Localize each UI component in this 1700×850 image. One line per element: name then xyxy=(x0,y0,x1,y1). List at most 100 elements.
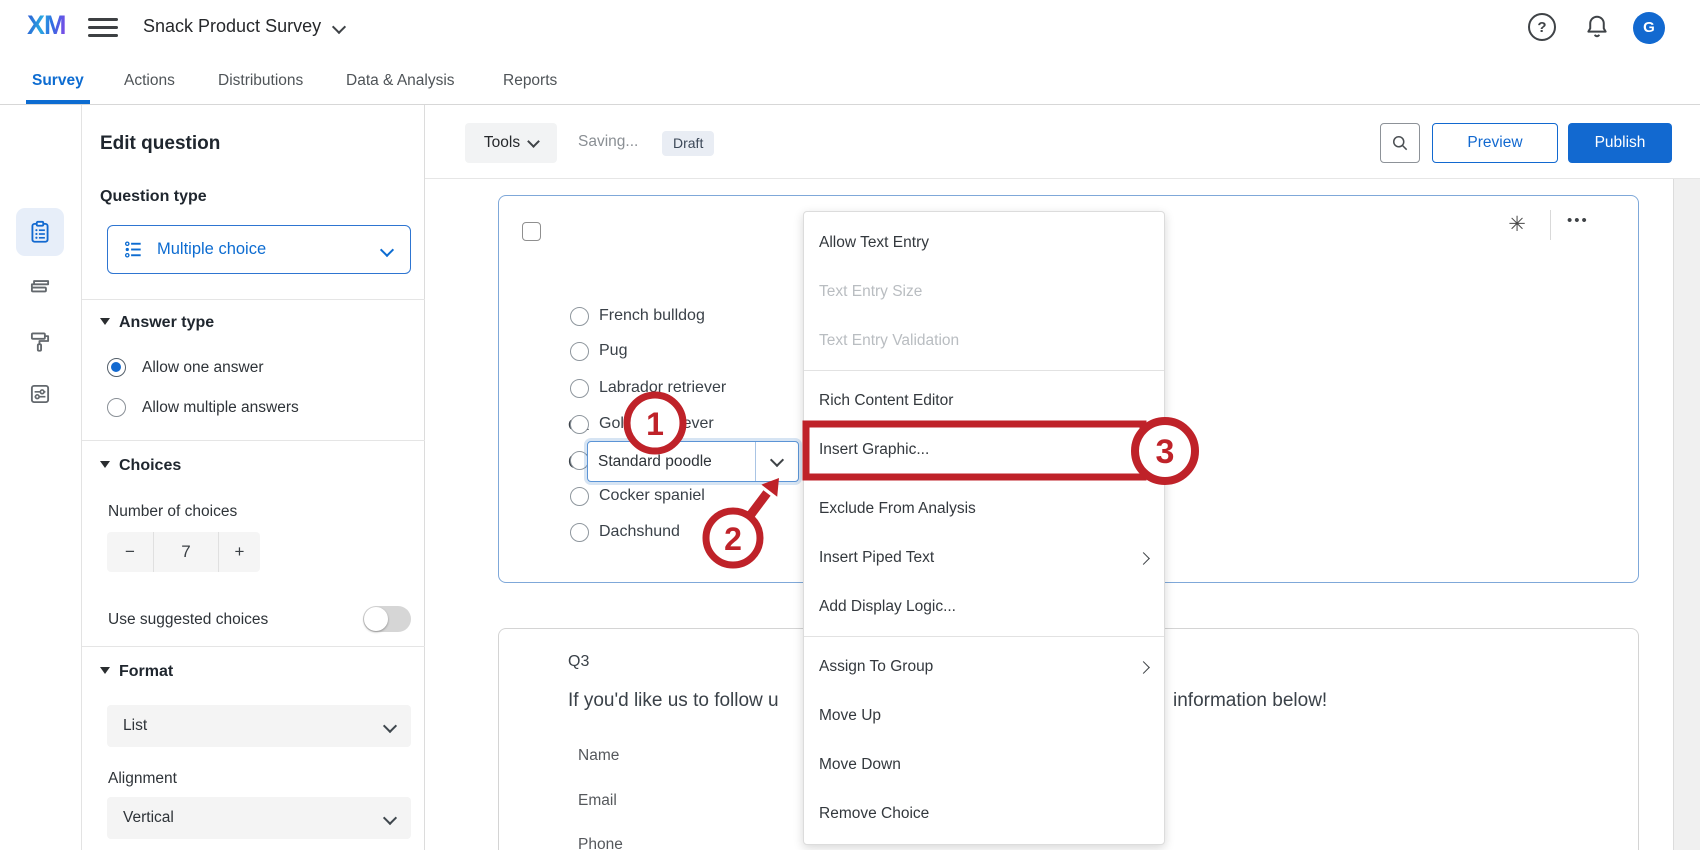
quantity-stepper: − 7 + xyxy=(107,532,260,572)
sidebar-item-survey-flow[interactable] xyxy=(16,263,64,311)
panel-title: Edit question xyxy=(100,133,220,155)
search-icon xyxy=(1390,133,1410,153)
star-icon[interactable]: ✳ xyxy=(1504,212,1530,238)
menu-item-insert-graphic[interactable]: Insert Graphic... xyxy=(804,425,1164,474)
chevron-down-icon[interactable] xyxy=(332,20,346,34)
question-text-left[interactable]: If you'd like us to follow u xyxy=(568,690,779,712)
saving-status: Saving... xyxy=(578,133,638,151)
stepper-minus-button[interactable]: − xyxy=(107,532,154,572)
radio-unselected-icon xyxy=(570,523,589,542)
top-header: XM Snack Product Survey ? G xyxy=(0,0,1700,58)
divider xyxy=(82,440,425,441)
publish-button[interactable]: Publish xyxy=(1568,123,1672,163)
scrollbar[interactable] xyxy=(1673,179,1700,850)
sidebar-item-look-and-feel[interactable] xyxy=(16,317,64,365)
radio-unselected-icon xyxy=(570,379,589,398)
survey-title[interactable]: Snack Product Survey xyxy=(143,16,321,37)
choices-header[interactable]: Choices xyxy=(100,457,181,475)
menu-item-insert-piped-text[interactable]: Insert Piped Text xyxy=(804,533,1164,582)
divider xyxy=(82,646,425,647)
divider xyxy=(1550,210,1551,240)
divider xyxy=(82,299,425,300)
xm-logo: XM xyxy=(27,10,66,41)
preview-button[interactable]: Preview xyxy=(1432,123,1558,163)
radio-unselected-icon xyxy=(570,307,589,326)
alignment-select[interactable]: Vertical xyxy=(107,797,411,839)
alignment-label: Alignment xyxy=(108,770,177,788)
question-type-select[interactable]: Multiple choice xyxy=(107,225,411,274)
paint-roller-icon xyxy=(27,328,53,354)
menu-item-allow-text-entry[interactable]: Allow Text Entry xyxy=(804,218,1164,267)
choice-edit-box xyxy=(587,441,799,482)
choice-row[interactable]: Golden retriever xyxy=(570,406,714,442)
hamburger-icon[interactable] xyxy=(88,18,118,38)
menu-item-text-entry-size: Text Entry Size xyxy=(804,267,1164,316)
settings-sliders-icon xyxy=(27,381,53,407)
radio-allow-multiple-answers[interactable]: Allow multiple answers xyxy=(107,398,299,417)
menu-item-assign-to-group[interactable]: Assign To Group xyxy=(804,642,1164,691)
avatar[interactable]: G xyxy=(1633,12,1665,44)
menu-item-exclude-from-analysis[interactable]: Exclude From Analysis xyxy=(804,484,1164,533)
question-type-label: Question type xyxy=(100,188,207,206)
chevron-right-icon xyxy=(1137,552,1150,565)
choice-row[interactable]: Dachshund xyxy=(570,514,680,550)
bell-icon[interactable] xyxy=(1583,13,1611,41)
radio-allow-one-answer[interactable]: Allow one answer xyxy=(107,358,263,377)
collapse-triangle-icon xyxy=(100,318,110,325)
menu-item-add-display-logic[interactable]: Add Display Logic... xyxy=(804,582,1164,631)
menu-item-text-entry-validation: Text Entry Validation xyxy=(804,316,1164,365)
form-field-label: Name xyxy=(578,747,619,765)
radio-unselected-icon xyxy=(107,398,126,417)
chevron-down-icon xyxy=(380,243,394,257)
tab-data-analysis[interactable]: Data & Analysis xyxy=(346,57,455,104)
chevron-down-icon xyxy=(770,452,784,466)
menu-item-move-up[interactable]: Move Up xyxy=(804,691,1164,740)
divider xyxy=(804,636,1164,637)
menu-item-remove-choice[interactable]: Remove Choice xyxy=(804,789,1164,838)
tab-survey[interactable]: Survey xyxy=(32,57,84,104)
question-type-value: Multiple choice xyxy=(157,240,266,259)
chevron-right-icon xyxy=(1137,661,1150,674)
ellipsis-menu-icon[interactable]: ••• xyxy=(1567,212,1589,229)
format-select[interactable]: List xyxy=(107,705,411,747)
menu-item-rich-content-editor[interactable]: Rich Content Editor xyxy=(804,376,1164,425)
edit-question-panel: Edit question Question type Multiple cho… xyxy=(82,105,425,850)
tools-button[interactable]: Tools xyxy=(465,123,557,163)
help-icon[interactable]: ? xyxy=(1528,13,1556,41)
menu-item-move-down[interactable]: Move Down xyxy=(804,740,1164,789)
form-field-label: Phone xyxy=(578,836,623,850)
suggested-choices-toggle[interactable] xyxy=(363,606,411,632)
qualtrics-survey-editor: XM Snack Product Survey ? G Survey Actio… xyxy=(0,0,1700,850)
chevron-down-icon xyxy=(383,811,397,825)
format-header[interactable]: Format xyxy=(100,663,173,681)
radio-selected-icon xyxy=(107,358,126,377)
answer-type-header[interactable]: Answer type xyxy=(100,314,214,332)
radio-unselected-icon xyxy=(570,342,589,361)
choice-row[interactable]: Cocker spaniel xyxy=(570,478,705,514)
question-text-right: information below! xyxy=(1173,690,1327,712)
sidebar-item-survey-builder[interactable] xyxy=(16,208,64,256)
chevron-down-icon xyxy=(527,135,540,148)
collapse-triangle-icon xyxy=(100,667,110,674)
choice-row[interactable]: French bulldog xyxy=(570,298,705,334)
tab-actions[interactable]: Actions xyxy=(124,57,175,104)
radio-unselected-icon xyxy=(570,415,589,434)
use-suggested-choices-label: Use suggested choices xyxy=(108,611,268,629)
choice-row[interactable]: Pug xyxy=(570,333,627,369)
choice-dropdown-button[interactable] xyxy=(755,442,798,481)
choice-context-menu: Allow Text Entry Text Entry Size Text En… xyxy=(803,211,1165,845)
question-checkbox[interactable] xyxy=(522,222,541,241)
tab-distributions[interactable]: Distributions xyxy=(218,57,303,104)
toggle-knob xyxy=(364,607,388,631)
choice-row[interactable]: Labrador retriever xyxy=(570,370,726,406)
search-button[interactable] xyxy=(1380,123,1420,163)
blocks-icon xyxy=(27,274,53,300)
choice-text-input[interactable] xyxy=(588,442,755,481)
multiple-choice-icon xyxy=(122,238,145,261)
collapse-triangle-icon xyxy=(100,461,110,468)
stepper-plus-button[interactable]: + xyxy=(218,532,260,572)
tab-reports[interactable]: Reports xyxy=(503,57,557,104)
form-field-label: Email xyxy=(578,792,617,810)
editor-toolbar: Tools Saving... Draft Preview Publish xyxy=(425,105,1700,179)
sidebar-item-survey-options[interactable] xyxy=(16,370,64,418)
